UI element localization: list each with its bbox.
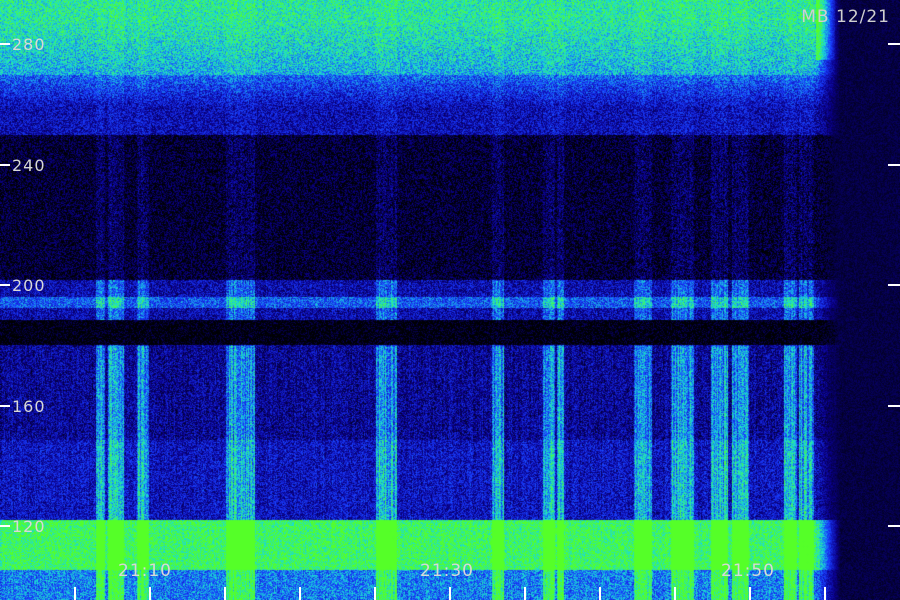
y-tick-label-120: 120: [12, 517, 46, 536]
date-stamp: MB 12/21: [801, 7, 890, 27]
y-tick-label-280: 280: [12, 35, 46, 54]
y-tick-label-200: 200: [12, 276, 46, 295]
axis-ticks: [0, 43, 900, 600]
x-tick-label-2150: 21:50: [721, 561, 775, 581]
x-tick-label-2110: 21:10: [118, 561, 172, 581]
y-tick-label-240: 240: [12, 156, 46, 175]
x-tick-label-2130: 21:30: [420, 561, 474, 581]
y-tick-label-160: 160: [12, 397, 46, 416]
spectrogram-view: MB 12/21 280 240 200 160 120 21:10 21:30…: [0, 0, 900, 600]
